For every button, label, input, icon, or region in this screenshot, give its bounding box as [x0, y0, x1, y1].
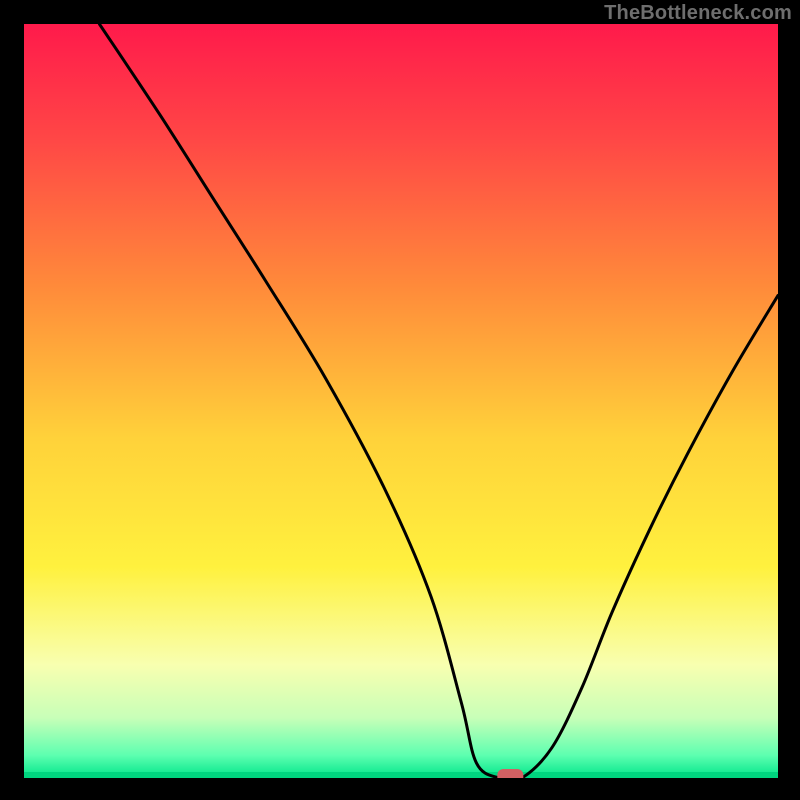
chart-container: TheBottleneck.com	[0, 0, 800, 800]
watermark-text: TheBottleneck.com	[604, 2, 792, 25]
plot-area	[24, 24, 778, 778]
optimal-marker	[497, 769, 523, 778]
gradient-background	[24, 24, 778, 778]
bottleneck-chart	[24, 24, 778, 778]
